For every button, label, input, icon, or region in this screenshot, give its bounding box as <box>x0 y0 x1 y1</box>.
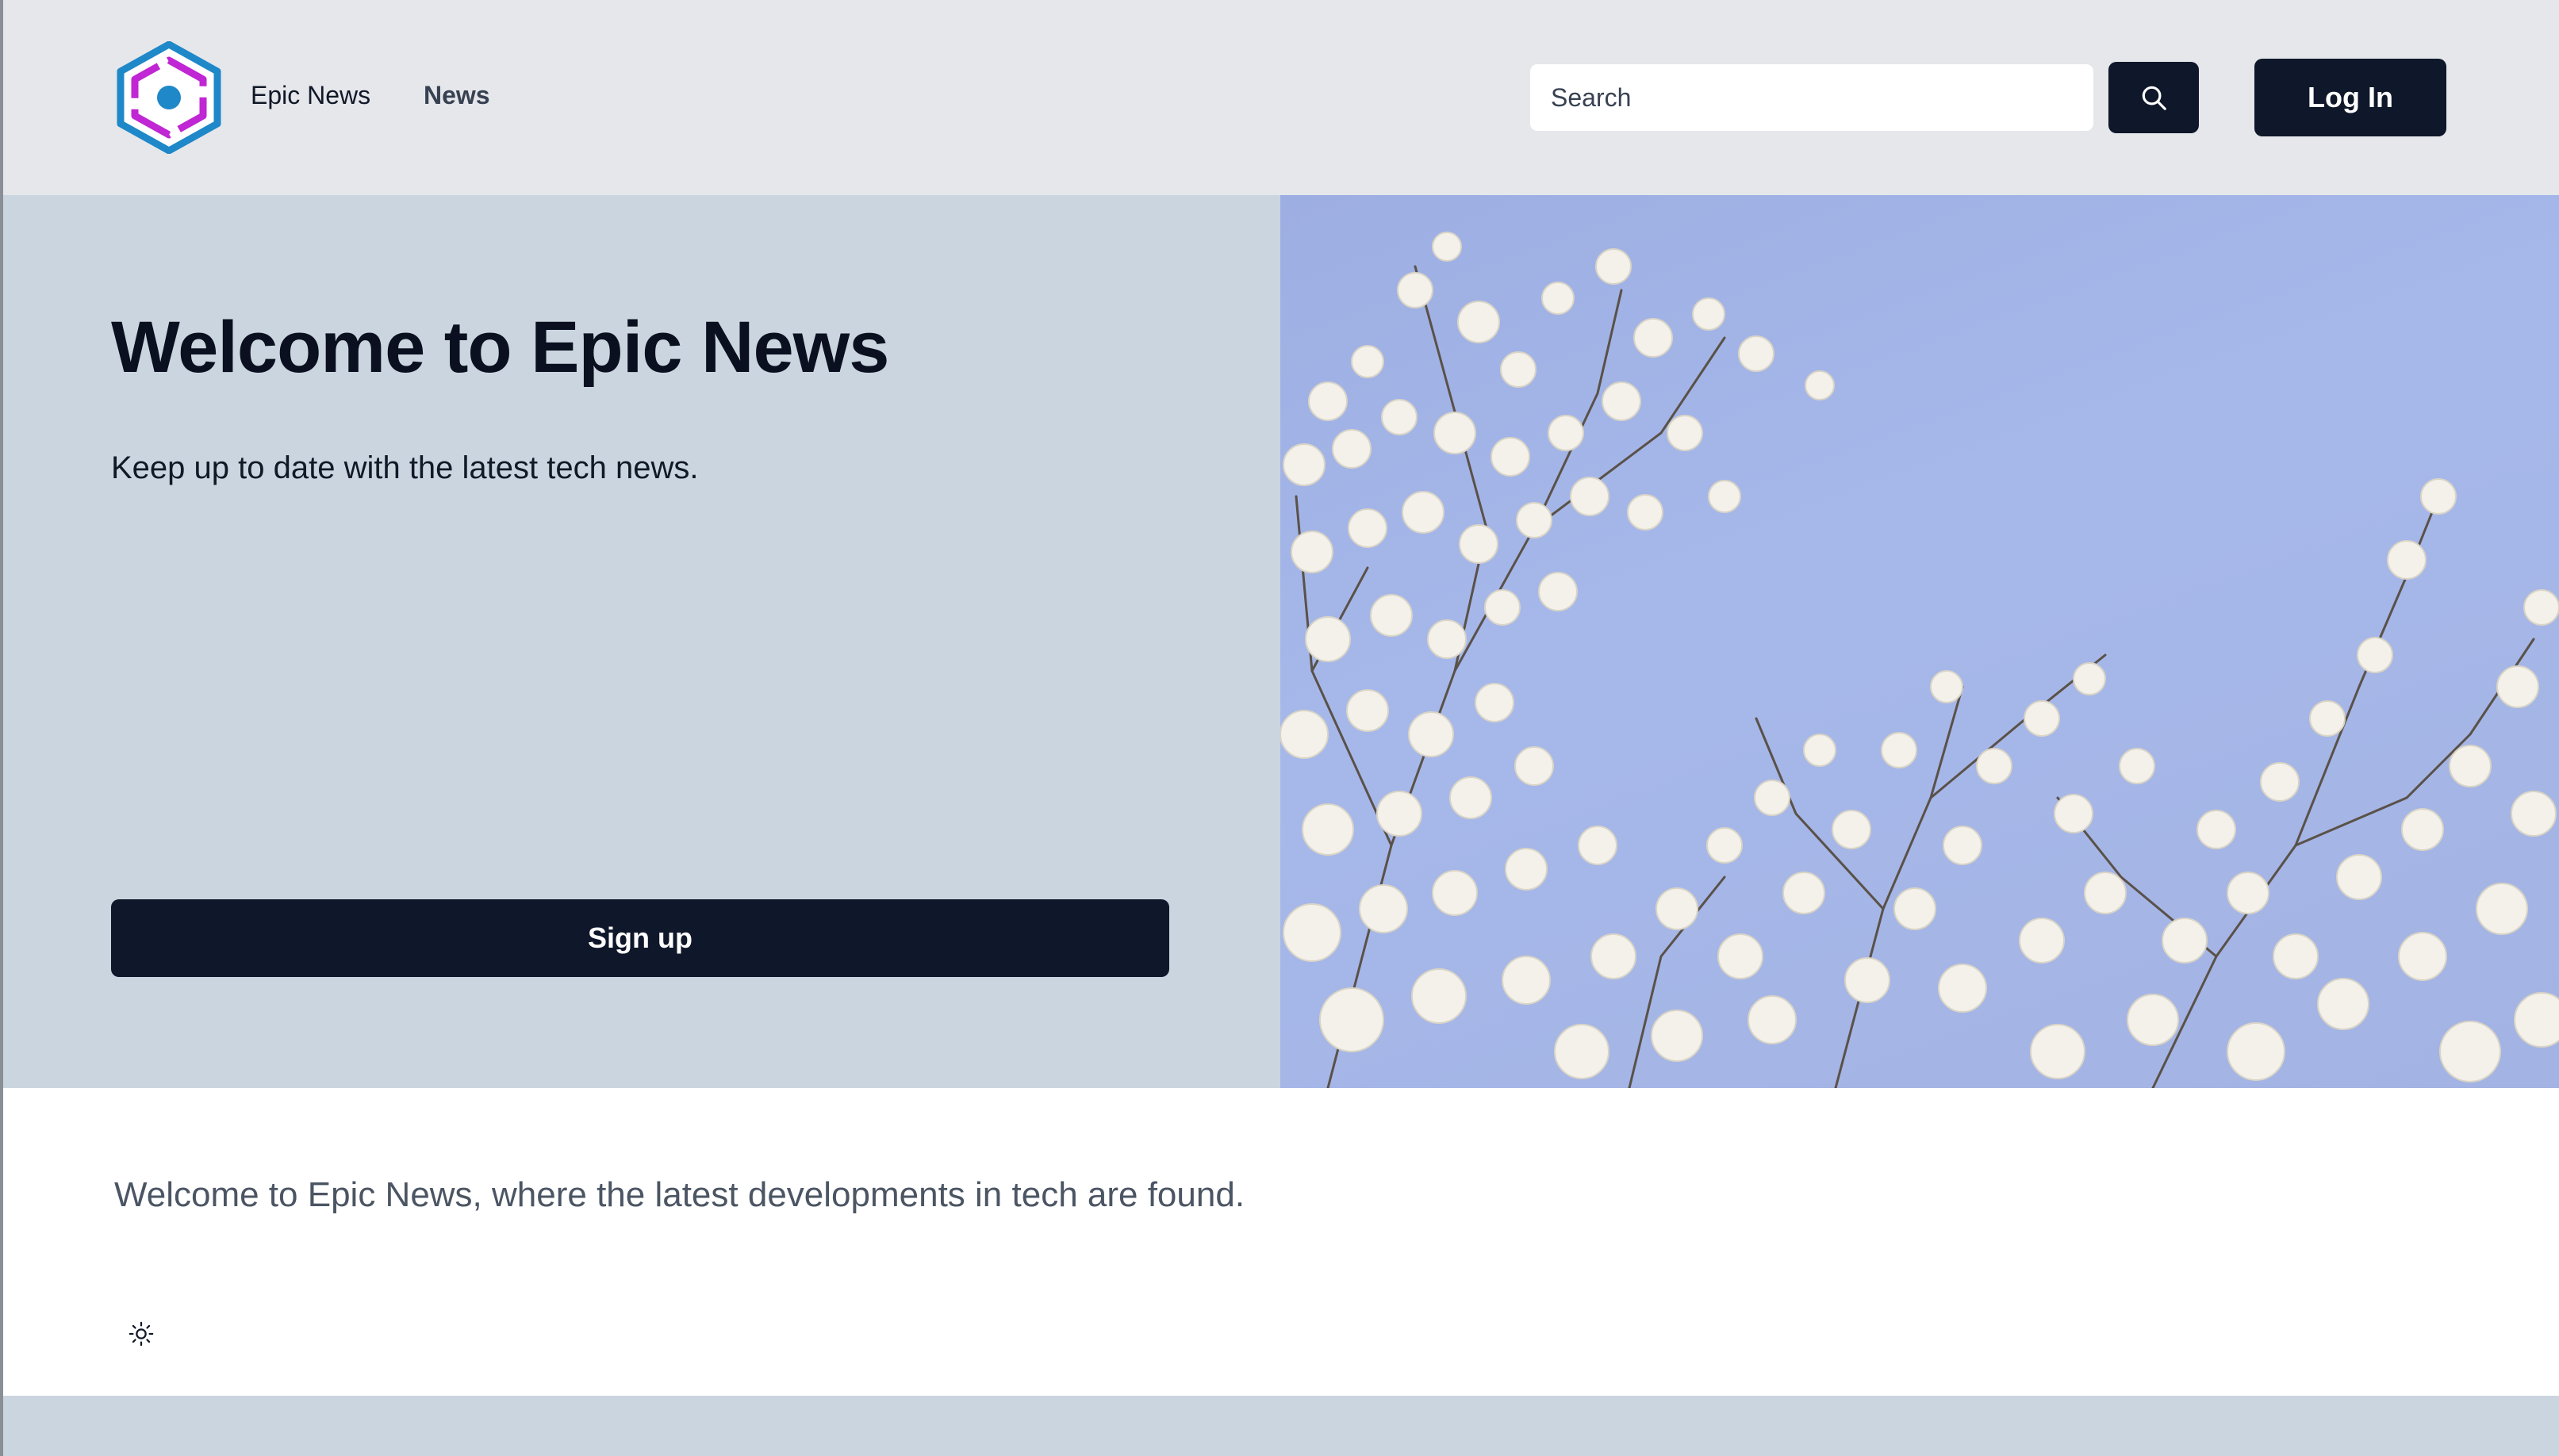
search-input[interactable] <box>1529 63 2094 132</box>
epic-news-logo[interactable] <box>116 41 222 154</box>
search-icon <box>2142 86 2166 110</box>
signup-button[interactable]: Sign up <box>111 899 1169 977</box>
brand-name[interactable]: Epic News <box>251 81 370 110</box>
search-button[interactable] <box>2108 62 2199 133</box>
login-button[interactable]: Log In <box>2254 59 2446 136</box>
intro-section <box>3 1088 2559 1396</box>
hero-subtitle: Keep up to date with the latest tech new… <box>111 450 699 485</box>
flowering-tree-photo <box>1280 232 2559 1088</box>
intro-text: Welcome to Epic News, where the latest d… <box>114 1175 1245 1214</box>
nav-link-news[interactable]: News <box>424 81 490 110</box>
sun-icon <box>129 1321 154 1347</box>
hero-image <box>1280 195 2559 1088</box>
hero-title: Welcome to Epic News <box>111 307 889 388</box>
footer-band <box>3 1396 2559 1456</box>
theme-toggle[interactable] <box>122 1315 160 1353</box>
